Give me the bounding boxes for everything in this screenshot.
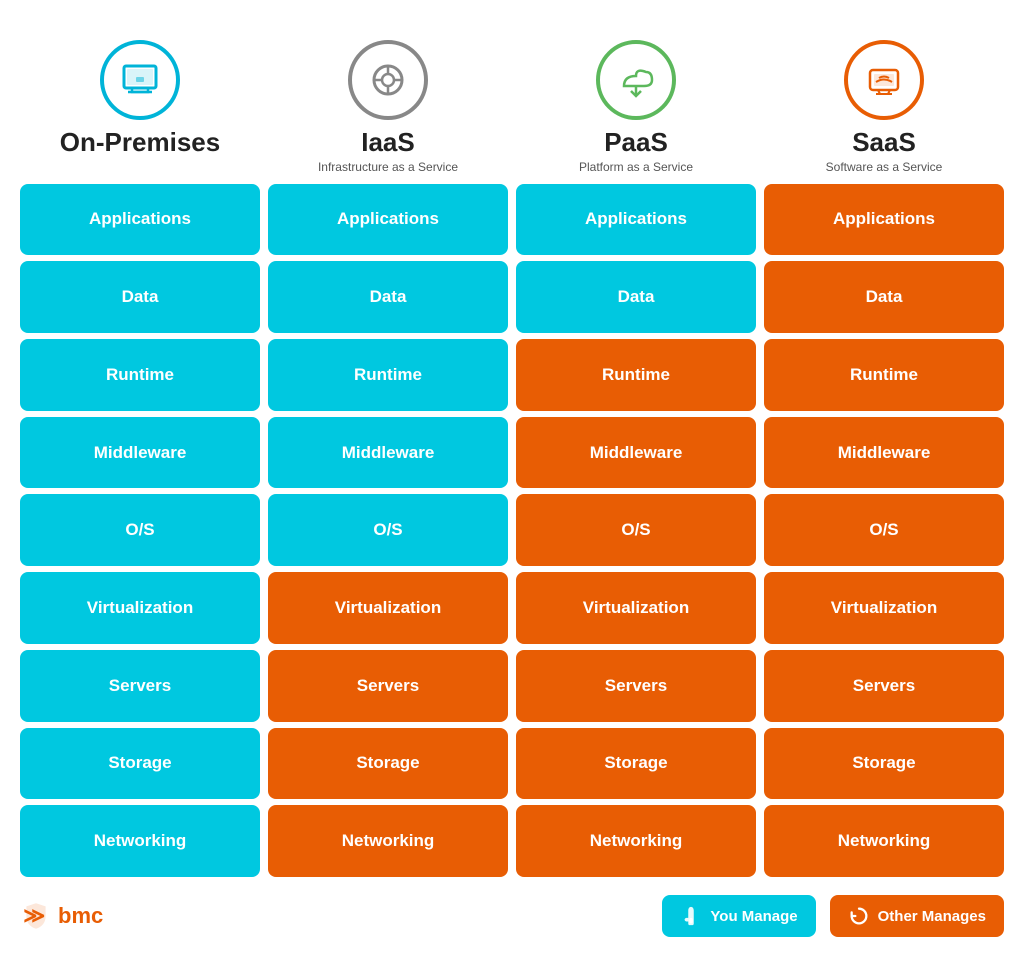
cell-saas-row2: Runtime (764, 339, 1004, 411)
header-col-on-premises: On-Premises (20, 40, 260, 174)
cell-paas-row2: Runtime (516, 339, 756, 411)
icon-circle-saas (844, 40, 924, 120)
cell-iaas-row7: Storage (268, 728, 508, 800)
cell-paas-row4: O/S (516, 494, 756, 566)
cell-paas-row1: Data (516, 261, 756, 333)
grid-row-1: DataDataDataData (20, 261, 1004, 333)
cell-on-premises-row6: Servers (20, 650, 260, 722)
cell-on-premises-row2: Runtime (20, 339, 260, 411)
header-col-iaas: IaaS Infrastructure as a Service (268, 40, 508, 174)
other-manages-icon (848, 905, 870, 927)
cell-saas-row0: Applications (764, 184, 1004, 256)
header-row (10, 20, 1014, 30)
cell-iaas-row2: Runtime (268, 339, 508, 411)
col-subtitle-paas: Platform as a Service (579, 160, 693, 174)
grid-row-5: VirtualizationVirtualizationVirtualizati… (20, 572, 1004, 644)
legend-item-blue: You Manage (662, 895, 815, 937)
col-subtitle-iaas: Infrastructure as a Service (318, 160, 458, 174)
icon-circle-iaas (348, 40, 428, 120)
cell-on-premises-row7: Storage (20, 728, 260, 800)
bmc-text: bmc (58, 903, 103, 929)
cell-saas-row4: O/S (764, 494, 1004, 566)
grid-row-2: RuntimeRuntimeRuntimeRuntime (20, 339, 1004, 411)
col-subtitle-saas: Software as a Service (826, 160, 943, 174)
cell-paas-row5: Virtualization (516, 572, 756, 644)
cell-paas-row7: Storage (516, 728, 756, 800)
svg-text:≫: ≫ (23, 904, 45, 927)
cell-on-premises-row0: Applications (20, 184, 260, 256)
cell-iaas-row1: Data (268, 261, 508, 333)
cell-paas-row8: Networking (516, 805, 756, 877)
grid-row-7: StorageStorageStorageStorage (20, 728, 1004, 800)
col-title-iaas: IaaS (361, 128, 415, 157)
legend-label: Other Manages (878, 908, 986, 925)
col-title-paas: PaaS (604, 128, 668, 157)
col-title-on-premises: On-Premises (60, 128, 220, 157)
cell-paas-row0: Applications (516, 184, 756, 256)
bmc-logo-icon: ≫ (20, 900, 52, 932)
cell-paas-row6: Servers (516, 650, 756, 722)
cell-on-premises-row1: Data (20, 261, 260, 333)
grid-row-0: ApplicationsApplicationsApplicationsAppl… (20, 184, 1004, 256)
cell-iaas-row6: Servers (268, 650, 508, 722)
cell-paas-row3: Middleware (516, 417, 756, 489)
cell-saas-row8: Networking (764, 805, 1004, 877)
cell-iaas-row0: Applications (268, 184, 508, 256)
grid-row-3: MiddlewareMiddlewareMiddlewareMiddleware (20, 417, 1004, 489)
cell-iaas-row5: Virtualization (268, 572, 508, 644)
header-col-paas: PaaS Platform as a Service (516, 40, 756, 174)
cell-iaas-row8: Networking (268, 805, 508, 877)
cell-on-premises-row5: Virtualization (20, 572, 260, 644)
grid-row-4: O/SO/SO/SO/S (20, 494, 1004, 566)
cell-saas-row3: Middleware (764, 417, 1004, 489)
icon-circle-on-premises (100, 40, 180, 120)
cell-on-premises-row3: Middleware (20, 417, 260, 489)
grid-row-6: ServersServersServersServers (20, 650, 1004, 722)
legend-item-orange: Other Manages (830, 895, 1004, 937)
bmc-logo: ≫ bmc (20, 900, 103, 932)
cell-on-premises-row4: O/S (20, 494, 260, 566)
cell-iaas-row3: Middleware (268, 417, 508, 489)
header-col-saas: SaaS Software as a Service (764, 40, 1004, 174)
legend-label: You Manage (710, 908, 797, 925)
footer: ≫ bmc You Manage Other Manages (10, 881, 1014, 943)
legend: You Manage Other Manages (662, 895, 1004, 937)
cell-iaas-row4: O/S (268, 494, 508, 566)
cell-saas-row7: Storage (764, 728, 1004, 800)
cell-saas-row6: Servers (764, 650, 1004, 722)
main-container: On-Premises IaaS Infrastructure as a Serv… (0, 0, 1024, 953)
cell-saas-row1: Data (764, 261, 1004, 333)
icon-circle-paas (596, 40, 676, 120)
you-manage-icon (680, 905, 702, 927)
cell-saas-row5: Virtualization (764, 572, 1004, 644)
col-title-saas: SaaS (852, 128, 916, 157)
grid-row-8: NetworkingNetworkingNetworkingNetworking (20, 805, 1004, 877)
cell-on-premises-row8: Networking (20, 805, 260, 877)
